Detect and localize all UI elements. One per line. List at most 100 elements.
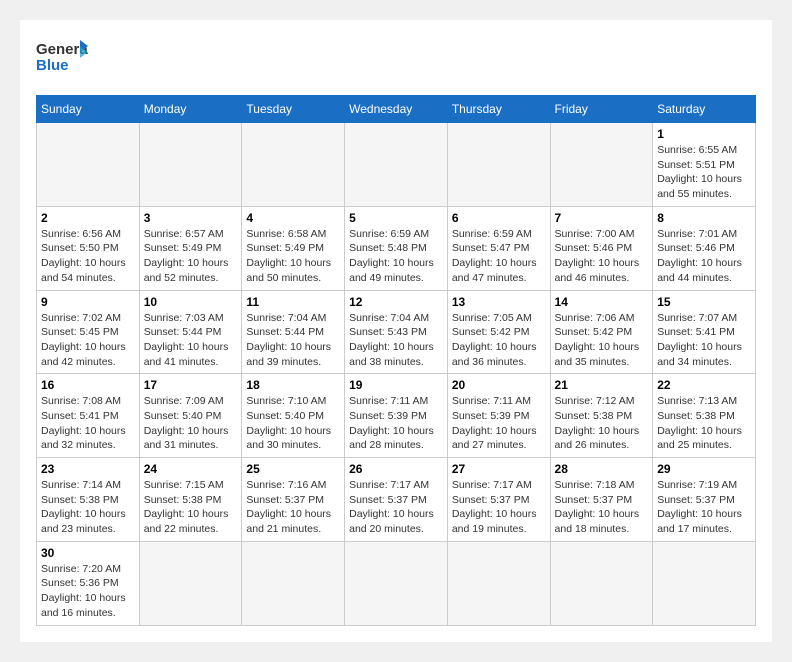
day-number: 15 — [657, 295, 751, 309]
calendar-cell: 9 Sunrise: 7:02 AMSunset: 5:45 PMDaylight… — [37, 290, 140, 374]
day-number: 2 — [41, 211, 135, 225]
calendar-cell: 4 Sunrise: 6:58 AMSunset: 5:49 PMDaylight… — [242, 206, 345, 290]
weekday-header-friday: Friday — [550, 96, 653, 123]
svg-text:Blue: Blue — [36, 57, 69, 74]
calendar-week-0: 1 Sunrise: 6:55 AMSunset: 5:51 PMDaylight… — [37, 123, 756, 207]
logo: General Blue — [36, 36, 88, 85]
day-number: 9 — [41, 295, 135, 309]
day-info: Sunrise: 7:12 AMSunset: 5:38 PMDaylight:… — [555, 394, 649, 453]
day-number: 26 — [349, 462, 443, 476]
day-info: Sunrise: 7:19 AMSunset: 5:37 PMDaylight:… — [657, 478, 751, 537]
day-info: Sunrise: 7:04 AMSunset: 5:44 PMDaylight:… — [246, 311, 340, 370]
day-number: 14 — [555, 295, 649, 309]
calendar-cell — [242, 541, 345, 625]
calendar-cell: 16Sunrise: 7:08 AMSunset: 5:41 PMDayligh… — [37, 374, 140, 458]
logo-icon: General Blue — [36, 36, 88, 80]
calendar-cell: 23 Sunrise: 7:14 AMSunset: 5:38 PMDayligh… — [37, 458, 140, 542]
day-number: 30 — [41, 546, 135, 560]
day-info: Sunrise: 7:10 AMSunset: 5:40 PMDaylight:… — [246, 394, 340, 453]
day-info: Sunrise: 6:56 AMSunset: 5:50 PMDaylight:… — [41, 227, 135, 286]
calendar-cell — [447, 541, 550, 625]
page: General Blue SundayMondayTuesdayWednesda… — [20, 20, 772, 642]
calendar-cell: 10 Sunrise: 7:03 AMSunset: 5:44 PMDayligh… — [139, 290, 242, 374]
day-number: 11 — [246, 295, 340, 309]
day-number: 24 — [144, 462, 238, 476]
day-info: Sunrise: 7:04 AMSunset: 5:43 PMDaylight:… — [349, 311, 443, 370]
day-info: Sunrise: 7:13 AMSunset: 5:38 PMDaylight:… — [657, 394, 751, 453]
weekday-header-sunday: Sunday — [37, 96, 140, 123]
day-number: 8 — [657, 211, 751, 225]
calendar-week-2: 9 Sunrise: 7:02 AMSunset: 5:45 PMDaylight… — [37, 290, 756, 374]
day-number: 12 — [349, 295, 443, 309]
calendar-cell: 21Sunrise: 7:12 AMSunset: 5:38 PMDayligh… — [550, 374, 653, 458]
day-info: Sunrise: 6:57 AMSunset: 5:49 PMDaylight:… — [144, 227, 238, 286]
day-info: Sunrise: 7:02 AMSunset: 5:45 PMDaylight:… — [41, 311, 135, 370]
day-info: Sunrise: 7:05 AMSunset: 5:42 PMDaylight:… — [452, 311, 546, 370]
calendar-cell: 7 Sunrise: 7:00 AMSunset: 5:46 PMDaylight… — [550, 206, 653, 290]
day-number: 5 — [349, 211, 443, 225]
weekday-header-thursday: Thursday — [447, 96, 550, 123]
weekday-header-wednesday: Wednesday — [345, 96, 448, 123]
calendar: SundayMondayTuesdayWednesdayThursdayFrid… — [36, 95, 756, 626]
calendar-cell: 11 Sunrise: 7:04 AMSunset: 5:44 PMDayligh… — [242, 290, 345, 374]
calendar-cell: 5 Sunrise: 6:59 AMSunset: 5:48 PMDaylight… — [345, 206, 448, 290]
day-info: Sunrise: 7:17 AMSunset: 5:37 PMDaylight:… — [349, 478, 443, 537]
day-info: Sunrise: 7:15 AMSunset: 5:38 PMDaylight:… — [144, 478, 238, 537]
day-info: Sunrise: 6:59 AMSunset: 5:47 PMDaylight:… — [452, 227, 546, 286]
weekday-header-monday: Monday — [139, 96, 242, 123]
day-info: Sunrise: 7:11 AMSunset: 5:39 PMDaylight:… — [452, 394, 546, 453]
day-number: 10 — [144, 295, 238, 309]
calendar-week-4: 23 Sunrise: 7:14 AMSunset: 5:38 PMDayligh… — [37, 458, 756, 542]
calendar-cell: 27Sunrise: 7:17 AMSunset: 5:37 PMDayligh… — [447, 458, 550, 542]
calendar-cell: 20Sunrise: 7:11 AMSunset: 5:39 PMDayligh… — [447, 374, 550, 458]
calendar-cell — [345, 123, 448, 207]
day-number: 6 — [452, 211, 546, 225]
calendar-cell — [139, 123, 242, 207]
day-info: Sunrise: 7:00 AMSunset: 5:46 PMDaylight:… — [555, 227, 649, 286]
calendar-cell: 6 Sunrise: 6:59 AMSunset: 5:47 PMDaylight… — [447, 206, 550, 290]
day-info: Sunrise: 6:58 AMSunset: 5:49 PMDaylight:… — [246, 227, 340, 286]
calendar-cell — [653, 541, 756, 625]
calendar-cell: 29Sunrise: 7:19 AMSunset: 5:37 PMDayligh… — [653, 458, 756, 542]
day-number: 23 — [41, 462, 135, 476]
weekday-header-row: SundayMondayTuesdayWednesdayThursdayFrid… — [37, 96, 756, 123]
day-info: Sunrise: 7:01 AMSunset: 5:46 PMDaylight:… — [657, 227, 751, 286]
calendar-cell: 26 Sunrise: 7:17 AMSunset: 5:37 PMDayligh… — [345, 458, 448, 542]
calendar-cell: 12 Sunrise: 7:04 AMSunset: 5:43 PMDayligh… — [345, 290, 448, 374]
day-number: 1 — [657, 127, 751, 141]
day-info: Sunrise: 6:55 AMSunset: 5:51 PMDaylight:… — [657, 143, 751, 202]
calendar-cell — [550, 541, 653, 625]
day-info: Sunrise: 7:16 AMSunset: 5:37 PMDaylight:… — [246, 478, 340, 537]
day-info: Sunrise: 7:03 AMSunset: 5:44 PMDaylight:… — [144, 311, 238, 370]
calendar-cell — [242, 123, 345, 207]
calendar-cell: 2 Sunrise: 6:56 AMSunset: 5:50 PMDaylight… — [37, 206, 140, 290]
calendar-cell: 25 Sunrise: 7:16 AMSunset: 5:37 PMDayligh… — [242, 458, 345, 542]
calendar-cell: 15 Sunrise: 7:07 AMSunset: 5:41 PMDayligh… — [653, 290, 756, 374]
day-number: 17 — [144, 378, 238, 392]
day-info: Sunrise: 6:59 AMSunset: 5:48 PMDaylight:… — [349, 227, 443, 286]
day-number: 3 — [144, 211, 238, 225]
day-info: Sunrise: 7:14 AMSunset: 5:38 PMDaylight:… — [41, 478, 135, 537]
day-number: 18 — [246, 378, 340, 392]
day-info: Sunrise: 7:07 AMSunset: 5:41 PMDaylight:… — [657, 311, 751, 370]
day-number: 16 — [41, 378, 135, 392]
day-info: Sunrise: 7:11 AMSunset: 5:39 PMDaylight:… — [349, 394, 443, 453]
calendar-cell: 24 Sunrise: 7:15 AMSunset: 5:38 PMDayligh… — [139, 458, 242, 542]
calendar-week-1: 2 Sunrise: 6:56 AMSunset: 5:50 PMDaylight… — [37, 206, 756, 290]
calendar-week-5: 30Sunrise: 7:20 AMSunset: 5:36 PMDayligh… — [37, 541, 756, 625]
day-number: 28 — [555, 462, 649, 476]
calendar-cell: 17Sunrise: 7:09 AMSunset: 5:40 PMDayligh… — [139, 374, 242, 458]
day-number: 7 — [555, 211, 649, 225]
calendar-cell: 30Sunrise: 7:20 AMSunset: 5:36 PMDayligh… — [37, 541, 140, 625]
calendar-cell: 18 Sunrise: 7:10 AMSunset: 5:40 PMDayligh… — [242, 374, 345, 458]
calendar-cell — [447, 123, 550, 207]
calendar-cell — [37, 123, 140, 207]
calendar-cell: 8 Sunrise: 7:01 AMSunset: 5:46 PMDaylight… — [653, 206, 756, 290]
day-number: 25 — [246, 462, 340, 476]
day-number: 22 — [657, 378, 751, 392]
calendar-cell: 3 Sunrise: 6:57 AMSunset: 5:49 PMDaylight… — [139, 206, 242, 290]
calendar-cell — [345, 541, 448, 625]
day-info: Sunrise: 7:18 AMSunset: 5:37 PMDaylight:… — [555, 478, 649, 537]
day-number: 27 — [452, 462, 546, 476]
day-number: 4 — [246, 211, 340, 225]
